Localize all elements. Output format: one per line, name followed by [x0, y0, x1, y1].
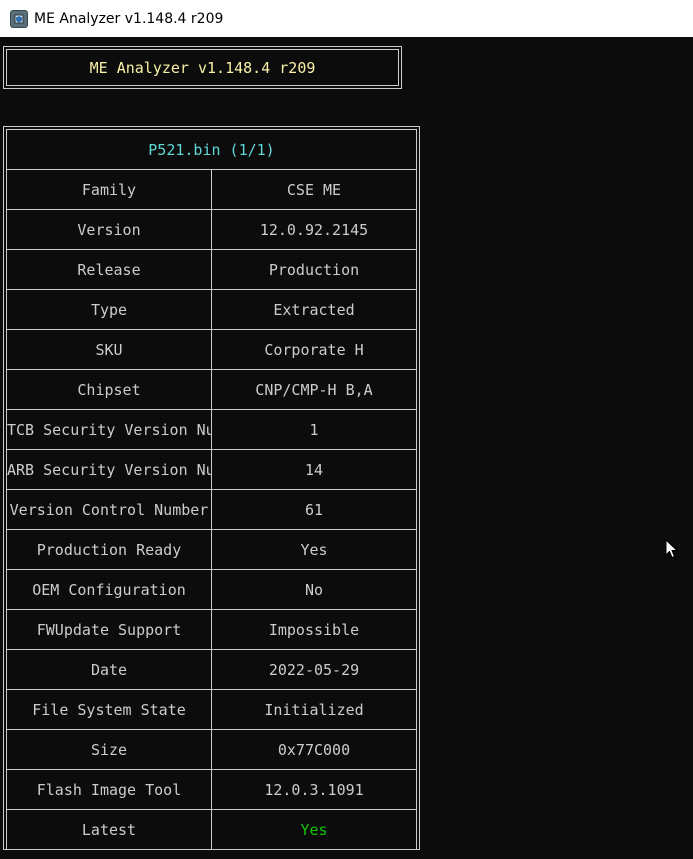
- header-banner: ME Analyzer v1.148.4 r209: [3, 46, 402, 89]
- table-row: OEM Configuration No: [6, 569, 417, 610]
- row-key: Latest: [6, 809, 212, 850]
- row-key: Production Ready: [6, 529, 212, 570]
- table-row: TCB Security Version Number1: [6, 409, 417, 450]
- row-value: 2022-05-29: [211, 649, 417, 690]
- file-title: P521.bin (1/1): [6, 129, 417, 170]
- row-key: SKU: [6, 329, 212, 370]
- row-value: No: [211, 569, 417, 610]
- row-key: Version Control Number: [6, 489, 212, 530]
- row-value: Yes: [211, 529, 417, 570]
- table-row: Latest Yes: [6, 809, 417, 850]
- row-value: 12.0.92.2145: [211, 209, 417, 250]
- table-row: Family CSE ME: [6, 169, 417, 210]
- title-bar[interactable]: ME Analyzer v1.148.4 r209: [0, 0, 693, 37]
- row-value: Impossible: [211, 609, 417, 650]
- header-banner-inner: ME Analyzer v1.148.4 r209: [6, 49, 399, 86]
- row-value: CNP/CMP-H B,A: [211, 369, 417, 410]
- row-key: FWUpdate Support: [6, 609, 212, 650]
- row-value: CSE ME: [211, 169, 417, 210]
- table-title-row: P521.bin (1/1): [6, 129, 417, 170]
- row-key: File System State: [6, 689, 212, 730]
- chip-shield-icon: [10, 9, 28, 28]
- row-value: Yes: [211, 809, 417, 850]
- table-row: ARB Security Version Number14: [6, 449, 417, 490]
- row-value: Production: [211, 249, 417, 290]
- table-row: File System State Initialized: [6, 689, 417, 730]
- table-row: Production Ready Yes: [6, 529, 417, 570]
- row-key: Chipset: [6, 369, 212, 410]
- row-value: 14: [211, 449, 417, 490]
- row-value: Initialized: [211, 689, 417, 730]
- table-row: SKU Corporate H: [6, 329, 417, 370]
- row-value: Extracted: [211, 289, 417, 330]
- row-key: OEM Configuration: [6, 569, 212, 610]
- row-key: Type: [6, 289, 212, 330]
- table-row: Type Extracted: [6, 289, 417, 330]
- window-title: ME Analyzer v1.148.4 r209: [34, 10, 224, 27]
- row-key: Size: [6, 729, 212, 770]
- table-row: Release Production: [6, 249, 417, 290]
- info-table: P521.bin (1/1) Family CSE ME Version 12.0.9…: [6, 129, 417, 850]
- row-value: 1: [211, 409, 417, 450]
- firmware-info-table: P521.bin (1/1) Family CSE ME Version 12.0.9…: [3, 126, 420, 850]
- table-row: Chipset CNP/CMP-H B,A: [6, 369, 417, 410]
- header-banner-text: ME Analyzer v1.148.4 r209: [89, 58, 316, 77]
- row-value: 0x77C000: [211, 729, 417, 770]
- table-row: Version Control Number 61: [6, 489, 417, 530]
- row-key: Flash Image Tool: [6, 769, 212, 810]
- row-value: 12.0.3.1091: [211, 769, 417, 810]
- row-key: Version: [6, 209, 212, 250]
- row-key: Date: [6, 649, 212, 690]
- row-key: TCB Security Version Number: [6, 409, 212, 450]
- console-output: ME Analyzer v1.148.4 r209 P521.bin (1/1)…: [0, 37, 693, 859]
- table-row: Version 12.0.92.2145: [6, 209, 417, 250]
- row-key: ARB Security Version Number: [6, 449, 212, 490]
- row-value: 61: [211, 489, 417, 530]
- table-row: Date 2022-05-29: [6, 649, 417, 690]
- row-key: Release: [6, 249, 212, 290]
- row-key: Family: [6, 169, 212, 210]
- table-row: Flash Image Tool 12.0.3.1091: [6, 769, 417, 810]
- table-row: Size 0x77C000: [6, 729, 417, 770]
- row-value: Corporate H: [211, 329, 417, 370]
- table-row: FWUpdate Support Impossible: [6, 609, 417, 650]
- mouse-cursor-icon: [665, 539, 679, 559]
